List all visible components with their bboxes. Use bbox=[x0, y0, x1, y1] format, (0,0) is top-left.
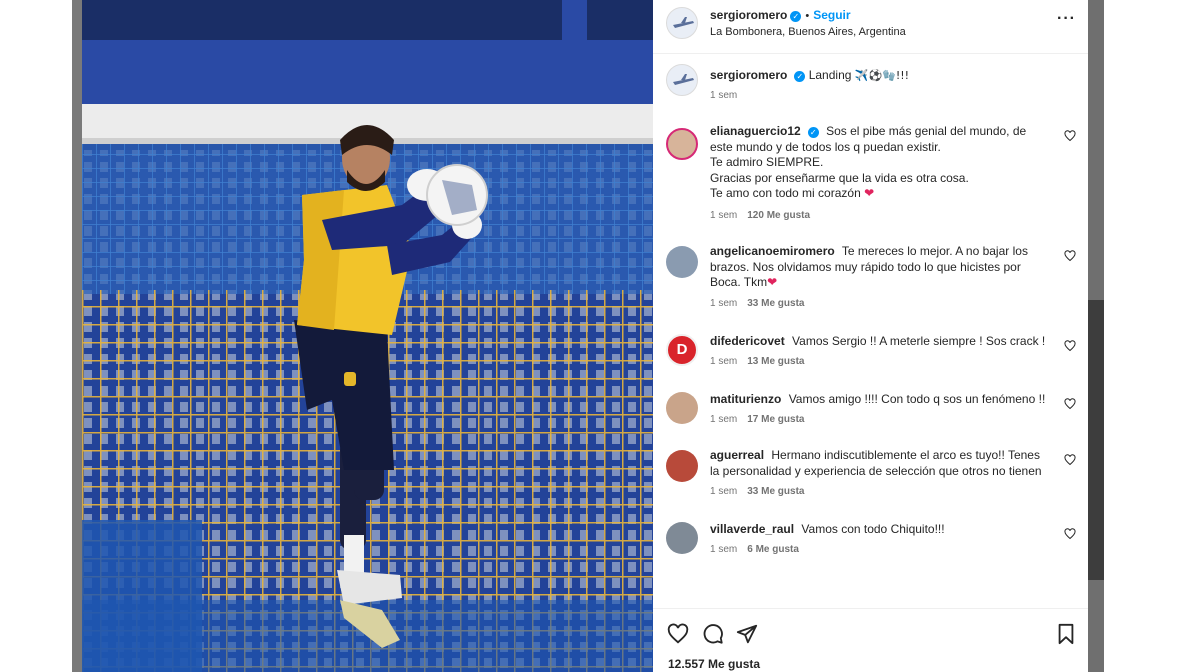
comment-text: elianaguercio12 ✓ Sos el pibe más genial … bbox=[710, 124, 1050, 202]
comment-username[interactable]: elianaguercio12 bbox=[710, 124, 801, 138]
red-heart-emoji: ❤ bbox=[767, 275, 778, 289]
comment-username[interactable]: difedericovet bbox=[710, 334, 785, 348]
comment-username[interactable]: aguerreal bbox=[710, 448, 764, 462]
caption-time: 1 sem bbox=[710, 90, 738, 101]
more-options-icon[interactable]: ··· bbox=[1057, 10, 1076, 28]
follow-button[interactable]: Seguir bbox=[813, 8, 850, 22]
commenter-avatar[interactable] bbox=[666, 128, 698, 160]
comment-text: matiturienzo Vamos amigo !!!! Con todo q… bbox=[710, 392, 1050, 408]
commenter-avatar[interactable] bbox=[666, 522, 698, 554]
post-likes-count[interactable]: 12.557 Me gusta bbox=[668, 657, 760, 671]
verified-badge-icon: ✓ bbox=[794, 71, 806, 82]
comments-list[interactable]: sergioromero ✓ Landing ✈️⚽🧤!!! 1 sem elia… bbox=[653, 54, 1088, 608]
like-comment-heart-icon[interactable] bbox=[1064, 130, 1076, 142]
comment-body: Vamos Sergio !! A meterle siempre ! Sos … bbox=[792, 334, 1046, 348]
page-background-left bbox=[0, 0, 72, 672]
caption-text: sergioromero ✓ Landing ✈️⚽🧤!!! bbox=[710, 68, 1050, 84]
comment-likes[interactable]: 120 Me gusta bbox=[747, 210, 810, 221]
comment-body: Vamos con todo Chiquito!!! bbox=[801, 522, 945, 536]
heart-icon[interactable] bbox=[667, 623, 689, 645]
comment-body: Vamos amigo !!!! Con todo q sos un fenóm… bbox=[788, 392, 1046, 406]
caption-username[interactable]: sergioromero bbox=[710, 68, 787, 82]
comment-item: matiturienzo Vamos amigo !!!! Con todo q… bbox=[653, 382, 1088, 432]
post-header: sergioromero ✓ • Seguir La Bombonera, Bueno… bbox=[653, 0, 1088, 54]
comment-likes[interactable]: 6 Me gusta bbox=[747, 544, 799, 555]
comment-time: 1 sem bbox=[710, 210, 738, 221]
comment-likes[interactable]: 33 Me gusta bbox=[747, 486, 804, 497]
commenter-avatar[interactable]: D bbox=[666, 334, 698, 366]
comment-item: angelicanoemiromero Te mereces lo mejor.… bbox=[653, 236, 1088, 318]
airplane-logo-icon bbox=[673, 74, 694, 85]
commenter-avatar[interactable] bbox=[666, 450, 698, 482]
comment-meta: 1 sem 120 Me gusta bbox=[710, 210, 810, 221]
share-icon[interactable] bbox=[736, 623, 758, 645]
post-detail-panel: sergioromero ✓ • Seguir La Bombonera, Bueno… bbox=[653, 0, 1088, 672]
author-username[interactable]: sergioromero bbox=[710, 8, 787, 22]
like-comment-heart-icon[interactable] bbox=[1064, 528, 1076, 540]
comment-username[interactable]: matiturienzo bbox=[710, 392, 781, 406]
post-location[interactable]: La Bombonera, Buenos Aires, Argentina bbox=[710, 26, 906, 38]
separator-dot: • bbox=[805, 10, 810, 22]
comment-item: elianaguercio12 ✓ Sos el pibe más genial … bbox=[653, 118, 1088, 228]
airplane-logo-icon bbox=[673, 17, 694, 28]
header-author-line: sergioromero ✓ • Seguir bbox=[710, 8, 851, 22]
like-comment-heart-icon[interactable] bbox=[1064, 398, 1076, 410]
comment-item: villaverde_raul Vamos con todo Chiquito!… bbox=[653, 512, 1088, 562]
comment-icon[interactable] bbox=[702, 623, 724, 645]
commenter-avatar[interactable] bbox=[666, 392, 698, 424]
comment-meta: 1 sem 13 Me gusta bbox=[710, 356, 804, 367]
comment-time: 1 sem bbox=[710, 298, 738, 309]
comment-username[interactable]: angelicanoemiromero bbox=[710, 244, 835, 258]
comment-item: aguerreal Hermano indiscutiblemente el a… bbox=[653, 440, 1088, 506]
bookmark-icon[interactable] bbox=[1055, 623, 1077, 645]
background-strip bbox=[1088, 300, 1104, 580]
verified-badge-icon: ✓ bbox=[807, 127, 819, 138]
author-avatar[interactable] bbox=[666, 7, 698, 39]
verified-badge-icon: ✓ bbox=[790, 11, 802, 22]
overlay-backdrop-right bbox=[1088, 0, 1104, 672]
commenter-avatar[interactable] bbox=[666, 246, 698, 278]
comment-time: 1 sem bbox=[710, 356, 738, 367]
comment-meta: 1 sem 33 Me gusta bbox=[710, 486, 804, 497]
like-comment-heart-icon[interactable] bbox=[1064, 340, 1076, 352]
comment-time: 1 sem bbox=[710, 414, 738, 425]
like-comment-heart-icon[interactable] bbox=[1064, 250, 1076, 262]
comment-username[interactable]: villaverde_raul bbox=[710, 522, 794, 536]
post-actions-bar: 12.557 Me gusta bbox=[653, 608, 1088, 672]
comment-meta: 1 sem 6 Me gusta bbox=[710, 544, 799, 555]
like-comment-heart-icon[interactable] bbox=[1064, 454, 1076, 466]
comment-meta: 1 sem 17 Me gusta bbox=[710, 414, 804, 425]
author-avatar[interactable] bbox=[666, 64, 698, 96]
caption-body: Landing bbox=[808, 68, 852, 82]
comment-text: villaverde_raul Vamos con todo Chiquito!… bbox=[710, 522, 1050, 538]
goalkeeper-training-photo bbox=[82, 0, 653, 672]
comment-meta: 1 sem 33 Me gusta bbox=[710, 298, 804, 309]
comment-text: difedericovet Vamos Sergio !! A meterle … bbox=[710, 334, 1050, 350]
comment-time: 1 sem bbox=[710, 544, 738, 555]
red-heart-emoji: ❤ bbox=[864, 186, 875, 200]
comment-likes[interactable]: 17 Me gusta bbox=[747, 414, 804, 425]
post-photo bbox=[82, 0, 653, 672]
caption-emoji: ✈️⚽🧤!!! bbox=[854, 69, 910, 82]
comment-time: 1 sem bbox=[710, 486, 738, 497]
comment-text: angelicanoemiromero Te mereces lo mejor.… bbox=[710, 244, 1050, 291]
avatar-letter: D bbox=[676, 341, 688, 358]
caption-item: sergioromero ✓ Landing ✈️⚽🧤!!! 1 sem bbox=[653, 54, 1088, 108]
comment-item: D difedericovet Vamos Sergio !! A meterl… bbox=[653, 324, 1088, 374]
comment-likes[interactable]: 33 Me gusta bbox=[747, 298, 804, 309]
comment-likes[interactable]: 13 Me gusta bbox=[747, 356, 804, 367]
overlay-backdrop-left bbox=[72, 0, 82, 672]
page-background-right bbox=[1104, 0, 1200, 672]
comment-text: aguerreal Hermano indiscutiblemente el a… bbox=[710, 448, 1050, 479]
